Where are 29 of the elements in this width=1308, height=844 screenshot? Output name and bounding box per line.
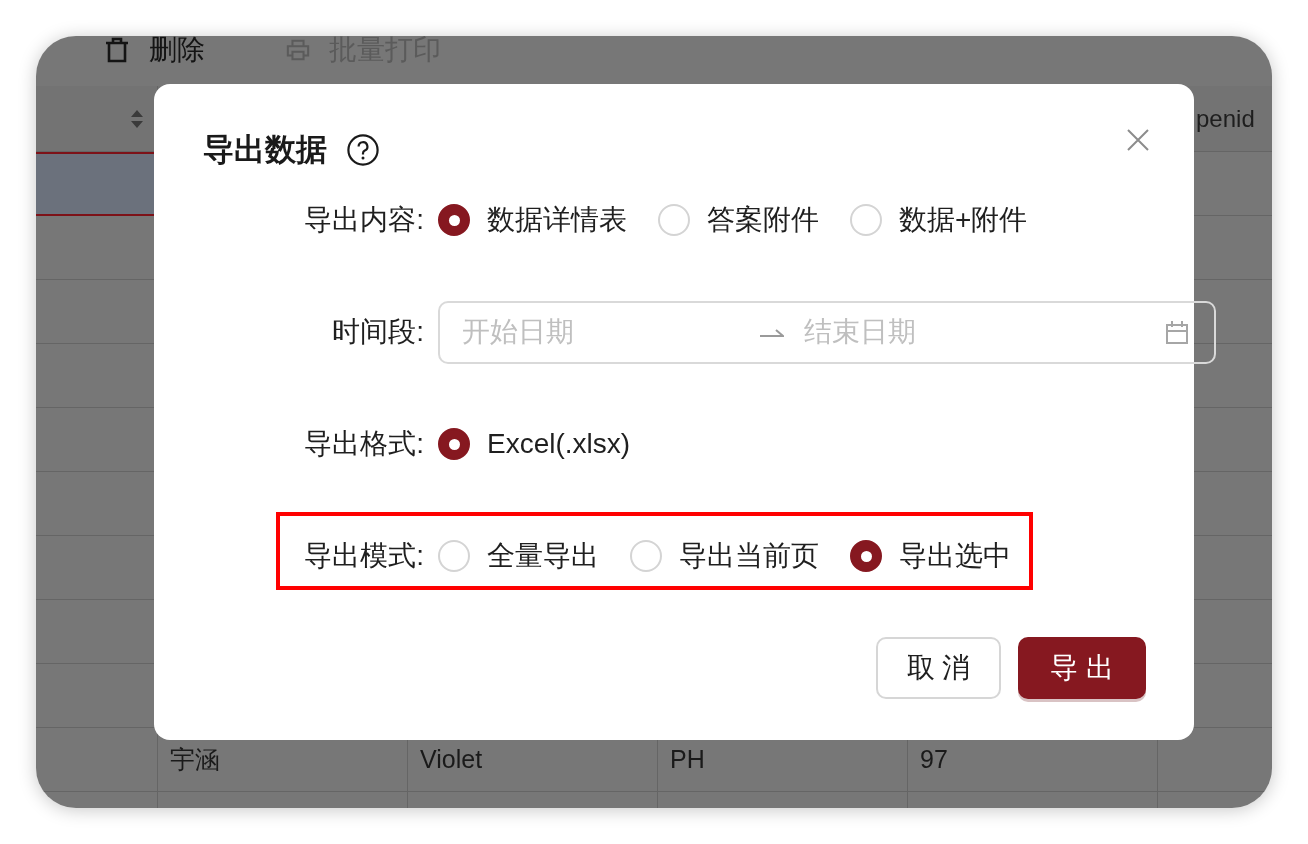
date-range-field[interactable]: 开始日期 结束日期	[438, 300, 1216, 364]
radio-option[interactable]: Excel(.xlsx)	[438, 428, 631, 460]
field-label: 时间段:	[332, 316, 424, 347]
radio-option[interactable]: 全量导出	[438, 537, 599, 575]
help-icon[interactable]	[347, 133, 379, 166]
start-date-input[interactable]: 开始日期	[462, 316, 750, 348]
radio-option[interactable]: 数据+附件	[850, 201, 1028, 239]
delete-button[interactable]: 删除	[105, 36, 205, 64]
close-icon[interactable]	[1126, 128, 1150, 152]
sort-icon[interactable]	[130, 109, 144, 128]
column-header: penid	[1196, 104, 1255, 133]
radio-option[interactable]: 导出当前页	[630, 537, 819, 575]
cell-text: 97	[920, 745, 948, 774]
end-date-input[interactable]: 结束日期	[804, 316, 1165, 348]
dialog-title: 导出数据	[203, 131, 327, 168]
cell-text: 宇涵	[170, 744, 220, 775]
export-button[interactable]: 导 出	[1018, 637, 1146, 699]
field-label: 导出格式:	[304, 428, 424, 459]
radio-option[interactable]: 答案附件	[658, 201, 819, 239]
radio-option[interactable]: 导出选中	[850, 537, 1011, 575]
radio-option[interactable]: 数据详情表	[438, 201, 627, 239]
cell-text: PH	[670, 745, 705, 774]
field-label: 导出模式:	[304, 540, 424, 571]
cancel-button[interactable]: 取 消	[876, 637, 1001, 699]
cell-text: Violet	[420, 745, 483, 774]
printer-icon	[286, 37, 310, 63]
calendar-icon[interactable]	[1165, 320, 1189, 344]
trash-icon	[105, 37, 129, 63]
field-label: 导出内容:	[304, 204, 424, 235]
